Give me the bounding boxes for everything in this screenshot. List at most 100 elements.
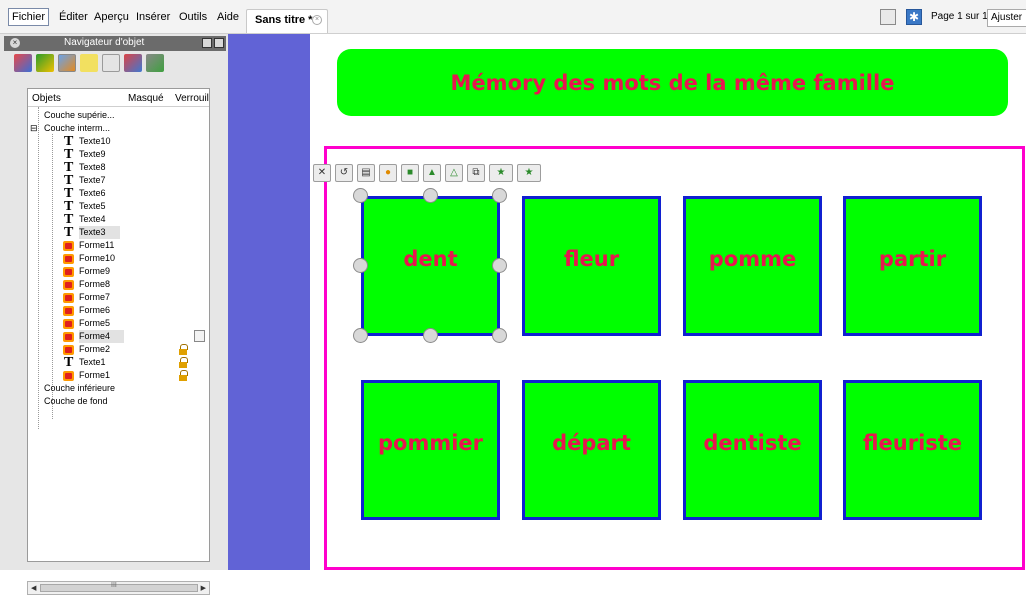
lock-icon[interactable] [179,370,188,381]
word-card[interactable]: départ [522,380,661,520]
resize-handle[interactable] [353,258,368,273]
card-word: pomme [708,247,797,271]
item-menu-icon[interactable] [194,330,205,342]
tree-object-item[interactable]: Forme9 [28,265,209,278]
menu-apercu[interactable]: Aperçu [92,9,131,25]
resize-handle[interactable] [423,328,438,343]
gallery-tool-icon[interactable] [36,54,54,72]
tree-layer-item[interactable]: Couche supérie... [28,109,209,122]
tree-object-item[interactable]: Forme11 [28,239,209,252]
page-view-icon[interactable] [880,9,896,25]
properties-icon[interactable]: ▤ [357,164,375,182]
zoom-select[interactable]: Ajuster [987,9,1026,27]
page-canvas[interactable]: Mémory des mots de la même famille ✕ ↺ ▤… [310,34,1026,570]
tree-object-item[interactable]: Forme6 [28,304,209,317]
resize-handle[interactable] [492,328,507,343]
menu-outils[interactable]: Outils [177,9,209,25]
tree-object-item[interactable]: T Texte5 [28,200,209,214]
scrollbar-thumb[interactable]: III [40,582,198,592]
word-card[interactable]: partir [843,196,982,336]
resize-handle[interactable] [492,258,507,273]
tree-object-item[interactable]: Forme8 [28,278,209,291]
document-tab[interactable]: Sans titre * × [246,9,328,33]
horizontal-scrollbar[interactable]: ◀ III ▶ [27,581,210,595]
tree-object-item[interactable]: Forme2 [28,343,209,356]
shape-icon [63,345,74,355]
attachments-tool-icon[interactable] [124,54,142,72]
word-card[interactable]: dentiste [683,380,822,520]
title-banner[interactable]: Mémory des mots de la même famille [337,49,1008,116]
tree-object-item[interactable]: T Texte9 [28,148,209,162]
tree-item-label: Couche interm... [44,123,111,133]
column-masque[interactable]: Masqué [128,93,164,104]
move-handle-icon[interactable]: ✕ [313,164,331,182]
tree-item-label: Forme4 [79,330,125,343]
word-card[interactable]: pomme [683,196,822,336]
word-card[interactable]: fleuriste [843,380,982,520]
page-sorter-tool-icon[interactable] [14,54,32,72]
tree-layer-item[interactable]: ⊟ Couche interm... [28,122,209,135]
tree-object-item[interactable]: T Texte6 [28,187,209,201]
menu-bar: Fichier Éditer Aperçu Insérer Outils Aid… [0,0,1026,34]
object-navigator-panel: × Navigateur d'objet Objets Masqué Verro… [0,34,228,595]
scroll-right-icon[interactable]: ▶ [201,584,206,592]
tree-object-item[interactable]: T Texte7 [28,174,209,188]
close-icon[interactable]: × [10,38,20,48]
collapse-icon[interactable]: ⊟ [30,122,38,135]
resize-handle[interactable] [492,188,507,203]
bring-forward-icon[interactable]: ▲ [423,164,441,182]
tree-object-item[interactable]: T Texte1 [28,355,209,370]
resize-handle[interactable] [353,328,368,343]
panel-menu-icon[interactable] [202,38,212,48]
menu-fichier[interactable]: Fichier [8,8,50,26]
tree-object-item[interactable]: Forme7 [28,291,209,304]
undo-icon[interactable]: ↺ [335,164,353,182]
lock-icon[interactable] [179,344,188,355]
tree-object-item[interactable]: Forme1 [28,369,209,382]
lock-icon[interactable] [179,357,188,368]
tree-layer-item[interactable]: Couche de fond [28,395,209,408]
tree-object-item[interactable]: T Texte4 [28,213,209,227]
tree-item-label: Forme10 [79,253,116,263]
tree-item-label: Forme9 [79,266,111,276]
more-actions-icon[interactable]: ★ [517,164,541,182]
panel-dock-icon[interactable] [214,38,224,48]
lesson-activity-tool-icon[interactable] [146,54,164,72]
scroll-left-icon[interactable]: ◀ [31,584,36,592]
word-card[interactable]: fleur [522,196,661,336]
menu-inserer[interactable]: Insérer [134,9,172,25]
tree-object-item[interactable]: Forme4 [28,330,209,343]
shape-icon [63,241,74,251]
column-objets[interactable]: Objets [32,93,61,104]
tree-object-item[interactable]: T Texte3 [28,226,209,240]
tree-object-item[interactable]: Forme5 [28,317,209,330]
resize-handle[interactable] [353,188,368,203]
send-backward-icon[interactable]: △ [445,164,463,182]
word-card[interactable]: dent [361,196,500,336]
menu-editer[interactable]: Éditer [57,9,90,25]
canvas-gutter [228,34,310,570]
notes-tool-icon[interactable] [80,54,98,72]
duplicate-icon[interactable]: ⧉ [467,164,485,182]
actions-menu-icon[interactable]: ★ [489,164,513,182]
line-style-icon[interactable]: ■ [401,164,419,182]
properties-tool-icon[interactable] [102,54,120,72]
card-word: dent [403,247,458,271]
close-tab-icon[interactable]: × [312,15,322,25]
resize-handle[interactable] [423,188,438,203]
text-icon: T [64,355,74,370]
object-navigator-tool-icon[interactable] [58,54,76,72]
word-card[interactable]: pommier [361,380,500,520]
tree-object-item[interactable]: T Texte8 [28,161,209,175]
tree-object-item[interactable]: T Texte10 [28,135,209,149]
page-title: Mémory des mots de la même famille [450,71,895,95]
fill-color-icon[interactable]: ● [379,164,397,182]
tree-item-label: Forme2 [79,344,111,354]
page-sorter-icon[interactable]: ✱ [906,9,922,25]
column-verrouille[interactable]: Verrouil [175,93,209,104]
card-word: dentiste [703,431,802,455]
menu-aide[interactable]: Aide [215,9,241,25]
tree-layer-item[interactable]: Couche inférieure [28,382,209,395]
tree-object-item[interactable]: Forme10 [28,252,209,265]
tree-item-label: Texte8 [79,162,106,172]
